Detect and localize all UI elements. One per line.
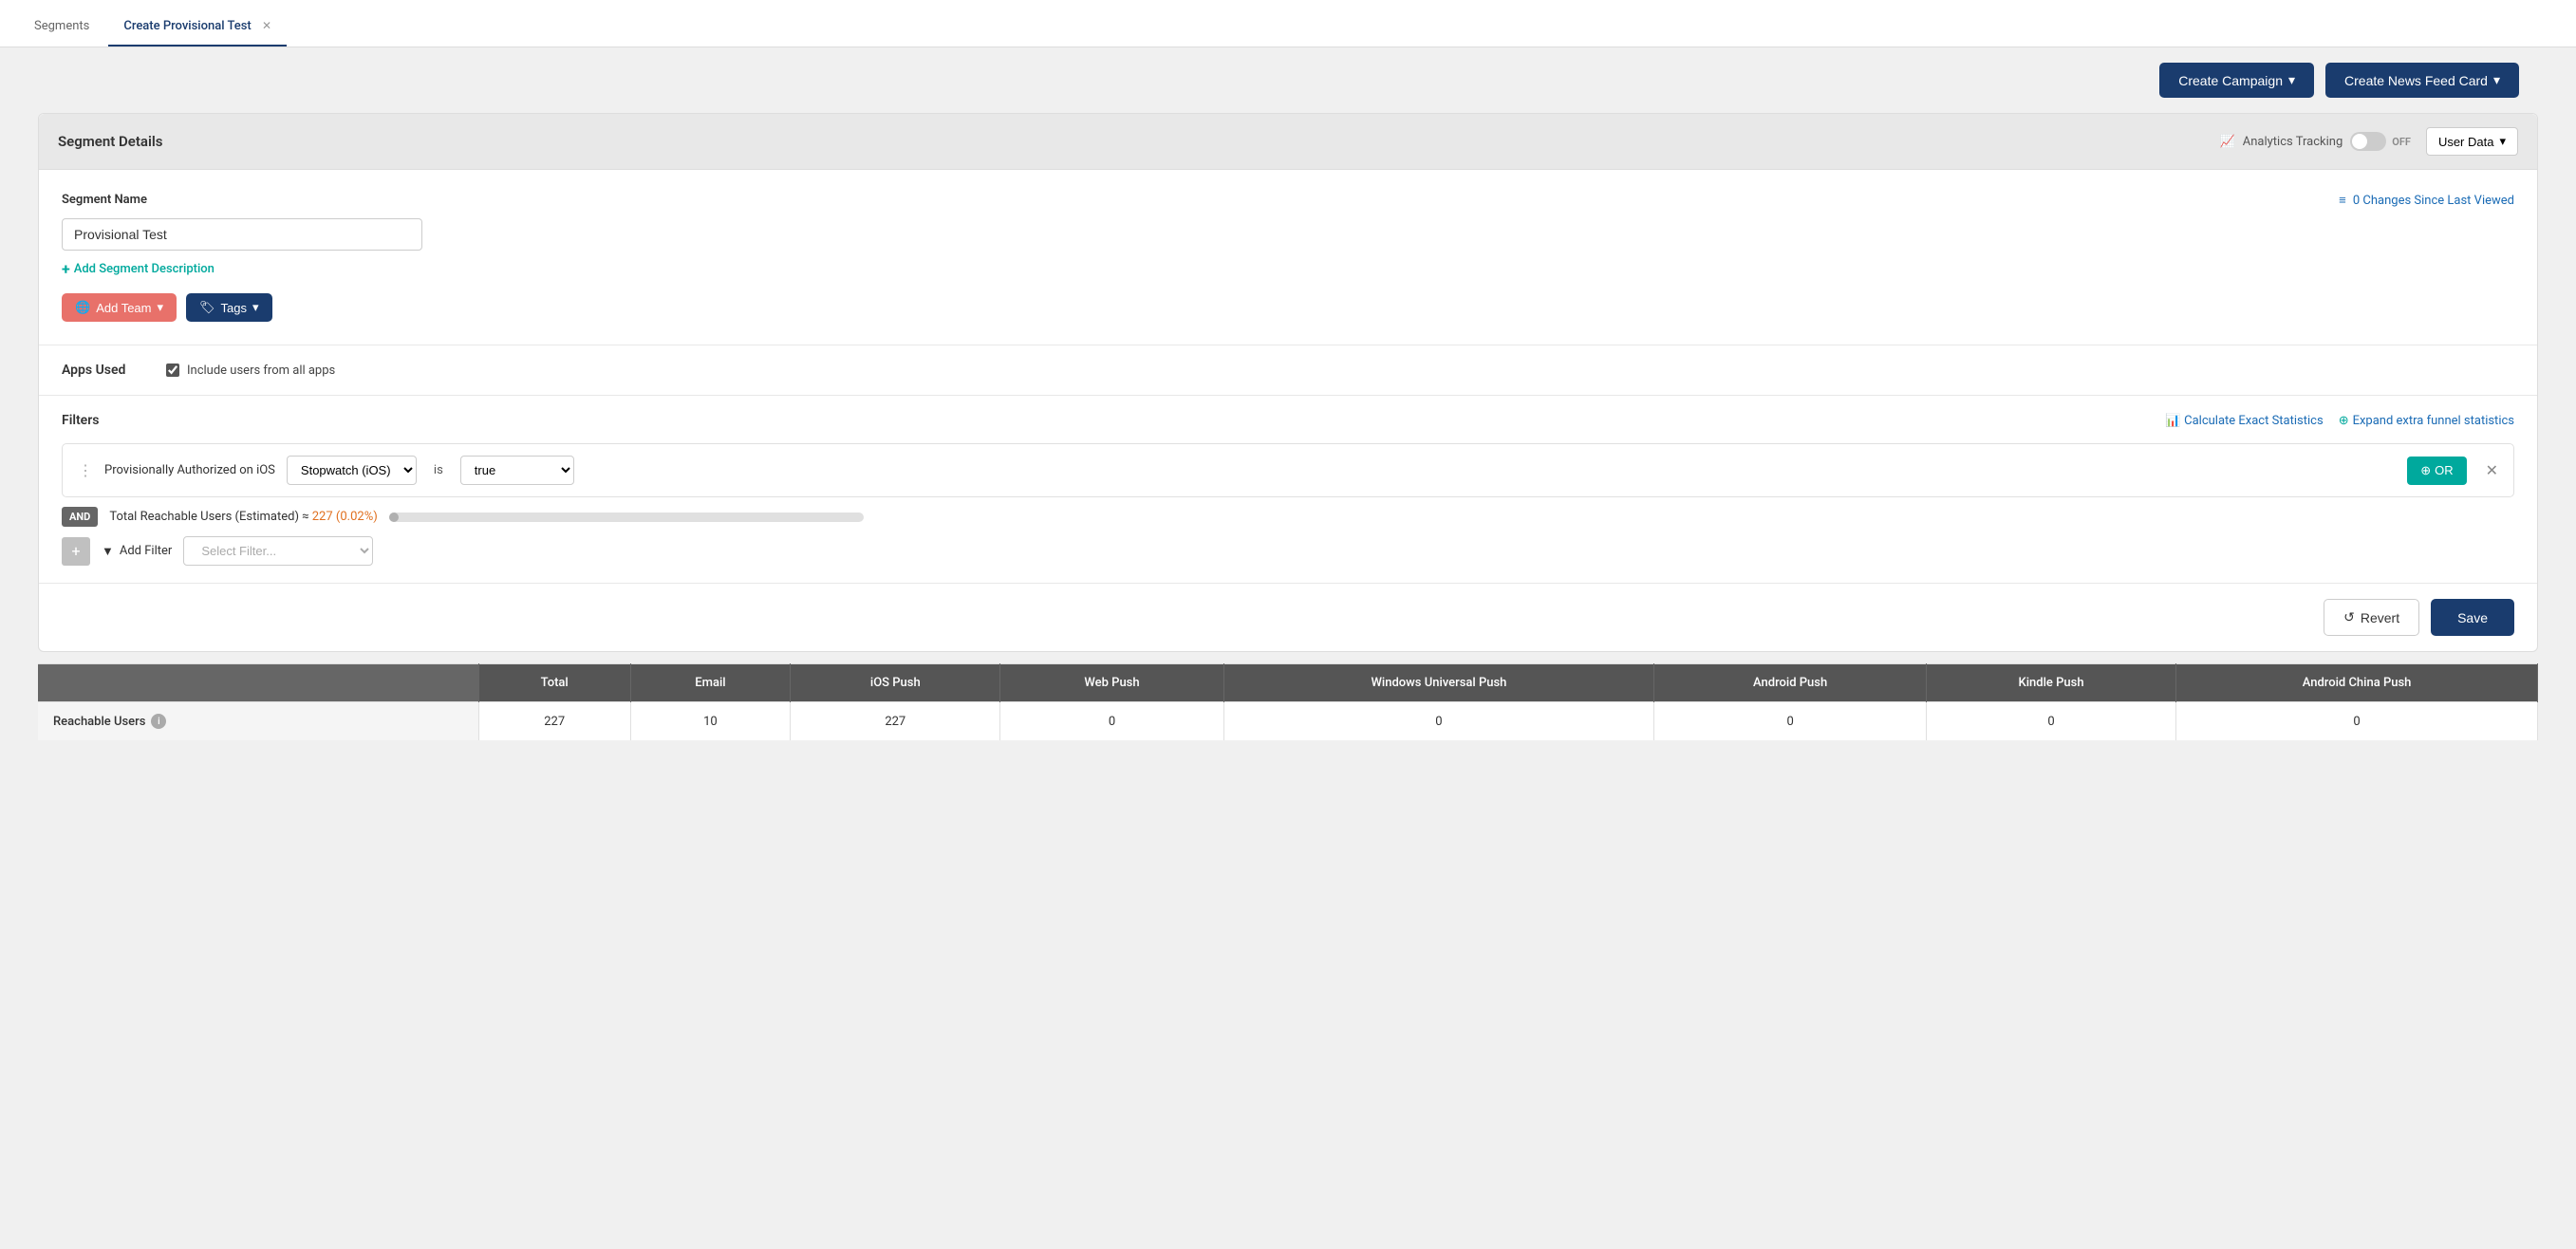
col-header-total: Total — [478, 664, 630, 702]
top-actions: Create Campaign Create News Feed Card — [38, 63, 2538, 98]
analytics-toggle-switch[interactable] — [2350, 132, 2386, 151]
toggle-state-label: OFF — [2392, 136, 2411, 148]
cell-web-push: 0 — [1000, 702, 1223, 741]
col-header-android-china-push: Android China Push — [2176, 664, 2538, 702]
or-button[interactable]: ⊕ OR — [2407, 457, 2466, 485]
filter-app-select[interactable]: Stopwatch (iOS) — [287, 456, 417, 485]
col-header-windows-push: Windows Universal Push — [1223, 664, 1654, 702]
cell-kindle-push: 0 — [1926, 702, 2175, 741]
tab-segments[interactable]: Segments — [19, 8, 104, 47]
create-feed-card-button[interactable]: Create News Feed Card — [2325, 63, 2519, 98]
add-team-button[interactable]: 🌐 Add Team ▾ — [62, 293, 177, 322]
plus-circle-icon: ⊕ — [2339, 414, 2349, 428]
revert-button[interactable]: ↺ Revert — [2324, 599, 2419, 636]
footer-actions: ↺ Revert Save — [39, 583, 2537, 651]
and-badge: AND — [62, 507, 98, 527]
filter-is-label: is — [434, 463, 443, 477]
drag-handle-icon[interactable]: ⋮ — [78, 461, 93, 479]
segment-name-body: Segment Name ≡ 0 Changes Since Last View… — [39, 170, 2537, 345]
tag-icon: 🏷 — [199, 300, 215, 315]
reachable-text: Total Reachable Users (Estimated) ≈ 227 … — [109, 510, 377, 524]
analytics-toggle[interactable]: OFF — [2350, 132, 2411, 151]
segment-name-label: Segment Name — [62, 193, 147, 207]
filters-section: Filters 📊 Calculate Exact Statistics ⊕ E… — [39, 395, 2537, 583]
chart-small-icon: 📊 — [2165, 414, 2180, 428]
top-nav: Segments Create Provisional Test ✕ — [0, 0, 2576, 47]
reachable-progress-bar — [389, 513, 864, 522]
stats-table: Total Email iOS Push Web Push Windows Un… — [38, 663, 2538, 740]
add-description-link[interactable]: + Add Segment Description — [62, 260, 2514, 278]
chevron-down-icon2: ▾ — [252, 300, 259, 315]
segment-name-row: Segment Name ≡ 0 Changes Since Last View… — [62, 193, 2514, 213]
changes-link[interactable]: ≡ 0 Changes Since Last Viewed — [2339, 193, 2514, 208]
calculate-stats-link[interactable]: 📊 Calculate Exact Statistics — [2165, 414, 2324, 428]
stats-table-wrap: Total Email iOS Push Web Push Windows Un… — [38, 663, 2538, 740]
close-tab-icon[interactable]: ✕ — [262, 19, 271, 32]
filters-title: Filters — [62, 413, 99, 428]
add-filter-plus-icon[interactable]: + — [62, 537, 90, 566]
card-header-actions: 📈 Analytics Tracking OFF User Data — [2220, 127, 2518, 156]
cell-android-push: 0 — [1654, 702, 1927, 741]
add-filter-row: + ▼ Add Filter Select Filter... — [62, 536, 2514, 566]
progress-bar-fill — [389, 513, 399, 522]
segment-name-input[interactable] — [62, 218, 422, 251]
plus-icon2: ⊕ — [2420, 463, 2431, 478]
table-header-row: Total Email iOS Push Web Push Windows Un… — [38, 664, 2538, 702]
apps-used-label: Apps Used — [62, 363, 147, 378]
analytics-tracking: 📈 Analytics Tracking OFF — [2220, 132, 2411, 151]
save-button[interactable]: Save — [2431, 599, 2514, 636]
info-icon[interactable]: i — [151, 714, 166, 729]
create-campaign-button[interactable]: Create Campaign — [2159, 63, 2314, 98]
table-row: Reachable Users i 227 10 227 0 0 0 0 0 — [38, 702, 2538, 741]
globe-icon: 🌐 — [75, 300, 90, 315]
col-header-kindle-push: Kindle Push — [1926, 664, 2175, 702]
filter-funnel-icon: ▼ — [102, 544, 114, 559]
user-data-button[interactable]: User Data — [2426, 127, 2518, 156]
tag-buttons: 🌐 Add Team ▾ 🏷 Tags ▾ — [62, 293, 2514, 322]
revert-icon: ↺ — [2343, 609, 2355, 625]
tags-button[interactable]: 🏷 Tags ▾ — [186, 293, 272, 322]
filter-close-icon[interactable]: ✕ — [2486, 461, 2498, 479]
col-header-web-push: Web Push — [1000, 664, 1223, 702]
filters-header: Filters 📊 Calculate Exact Statistics ⊕ E… — [62, 413, 2514, 428]
cell-total: 227 — [478, 702, 630, 741]
expand-funnel-link[interactable]: ⊕ Expand extra funnel statistics — [2339, 414, 2514, 428]
apps-used-section: Apps Used Include users from all apps — [39, 345, 2537, 395]
and-reachable-row: AND Total Reachable Users (Estimated) ≈ … — [62, 507, 2514, 527]
col-header-email: Email — [630, 664, 790, 702]
select-filter-dropdown[interactable]: Select Filter... — [183, 536, 373, 566]
card-header: Segment Details 📈 Analytics Tracking OFF — [39, 114, 2537, 170]
include-all-apps-checkbox[interactable] — [166, 364, 179, 377]
cell-email: 10 — [630, 702, 790, 741]
cell-ios-push: 227 — [791, 702, 1000, 741]
add-filter-button[interactable]: ▼ Add Filter — [102, 544, 172, 559]
plus-icon: + — [62, 260, 70, 278]
chevron-down-icon: ▾ — [157, 300, 163, 315]
filter-value-select[interactable]: true — [460, 456, 574, 485]
card-header-title: Segment Details — [58, 133, 162, 150]
filter-row: ⋮ Provisionally Authorized on iOS Stopwa… — [62, 443, 2514, 497]
segment-details-card: Segment Details 📈 Analytics Tracking OFF — [38, 113, 2538, 652]
col-header-android-push: Android Push — [1654, 664, 1927, 702]
chart-icon: 📈 — [2220, 135, 2235, 149]
col-header-ios-push: iOS Push — [791, 664, 1000, 702]
filter-condition-text: Provisionally Authorized on iOS — [104, 463, 275, 477]
row-label-reachable: Reachable Users i — [38, 702, 478, 741]
include-all-apps-checkbox-wrap[interactable]: Include users from all apps — [166, 364, 335, 378]
tab-create-provisional[interactable]: Create Provisional Test ✕ — [108, 8, 287, 47]
cell-windows-push: 0 — [1223, 702, 1654, 741]
col-header-label — [38, 664, 478, 702]
cell-android-china-push: 0 — [2176, 702, 2538, 741]
filters-links: 📊 Calculate Exact Statistics ⊕ Expand ex… — [2165, 414, 2514, 428]
toggle-knob — [2352, 134, 2367, 149]
